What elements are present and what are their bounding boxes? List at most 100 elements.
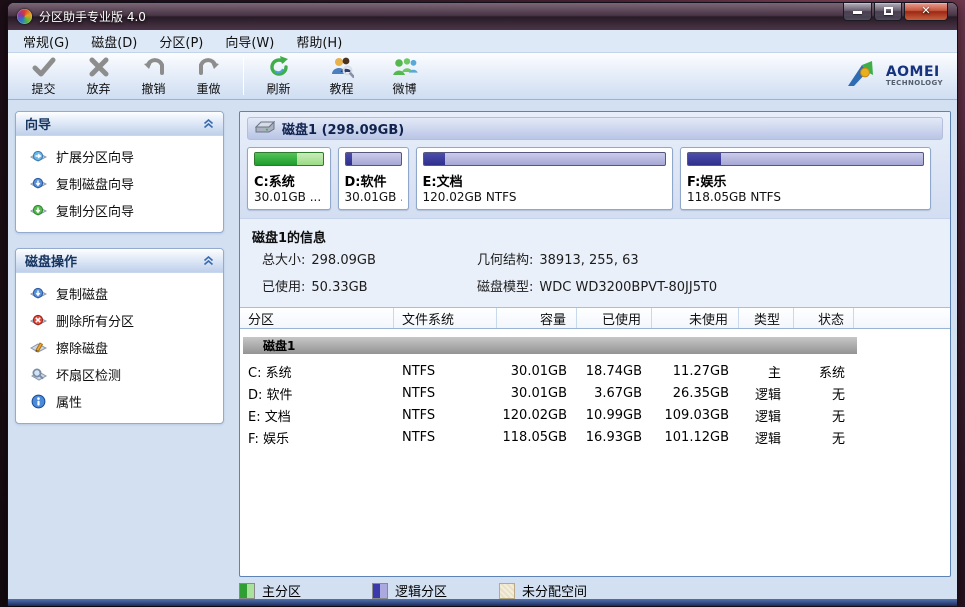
menubar: 常规(G) 磁盘(D) 分区(P) 向导(W) 帮助(H) [8,30,957,53]
aomei-logo-icon [846,59,880,93]
table-row-c[interactable]: C: 系统 NTFS 30.01GB 18.74GB 11.27GB 主 系统 [240,360,950,382]
close-button[interactable]: ✕ [904,3,948,21]
weibo-button[interactable]: 微博 [377,54,432,98]
redo-button[interactable]: 重做 [181,54,236,98]
col-status[interactable]: 状态 [794,308,854,328]
discard-button[interactable]: 放弃 [71,54,126,98]
extend-partition-wizard-icon [30,149,47,164]
minimize-icon [853,11,862,14]
aomei-brand: AOMEI TECHNOLOGY [846,59,943,93]
partition-row: C:系统 30.01GB ... D:软件 30.01GB ... E:文档 1… [247,147,943,210]
legend-primary: 主分区 [239,581,372,600]
disk-group-row[interactable]: 磁盘1 [243,337,857,354]
disk-operations-section-header[interactable]: 磁盘操作 [16,249,223,273]
usage-bar [254,152,324,166]
disk-total-size: 总大小:298.09GB [262,249,376,268]
maximize-button[interactable] [874,3,902,21]
copy-partition-wizard-icon [30,203,47,218]
col-capacity[interactable]: 容量 [497,308,577,328]
undo-arrow-icon [142,55,166,79]
table-row-f[interactable]: F: 娱乐 NTFS 118.05GB 16.93GB 101.12GB 逻辑 … [240,426,950,448]
partition-block-d[interactable]: D:软件 30.01GB ... [338,147,409,210]
sidebar-item-delete-all-partitions[interactable]: 删除所有分区 [22,307,219,334]
disk-used: 已使用:50.33GB [262,276,376,295]
toolbar-separator [243,57,244,95]
menu-partition[interactable]: 分区(P) [148,30,214,53]
partition-table: 分区 文件系统 容量 已使用 未使用 类型 状态 磁盘1 C: 系统 NTFS … [240,308,950,448]
main-panel: 磁盘1 (298.09GB) C:系统 30.01GB ... D:软件 30.… [239,111,951,577]
window-bottom-edge [8,599,957,606]
disk-operations-panel: 磁盘操作 复制磁盘 [15,248,224,424]
commit-button[interactable]: 提交 [16,54,71,98]
usage-bar [687,152,924,166]
table-row-d[interactable]: D: 软件 NTFS 30.01GB 3.67GB 26.35GB 逻辑 无 [240,382,950,404]
sidebar-item-copy-partition-wizard[interactable]: 复制分区向导 [22,197,219,224]
commit-check-icon [32,55,56,79]
toolbar: 提交 放弃 撤销 重做 [8,53,957,100]
disk-header-label: 磁盘1 (298.09GB) [282,119,404,138]
legend-logical: 逻辑分区 [372,581,499,600]
menu-disk[interactable]: 磁盘(D) [80,30,148,53]
maximize-icon [884,7,893,15]
chevron-up-icon [203,114,214,133]
brand-sub: TECHNOLOGY [886,79,943,87]
wizard-panel: 向导 扩展分区向导 [15,111,224,233]
usage-bar [345,152,402,166]
brand-name: AOMEI [886,66,943,79]
app-window: 分区助手专业版 4.0 ✕ 常规(G) 磁盘(D) 分区(P) 向导(W) 帮助… [7,2,958,605]
minimize-button[interactable] [843,3,872,21]
content-area: 向导 扩展分区向导 [8,100,957,606]
weibo-people-icon [392,55,418,79]
sidebar-item-bad-sector-test[interactable]: 坏扇区检测 [22,361,219,388]
menu-general[interactable]: 常规(G) [12,30,80,53]
chevron-up-icon [203,251,214,270]
tutorial-people-icon [330,55,354,79]
window-title: 分区助手专业版 4.0 [39,8,146,25]
disk-info-section: 磁盘1的信息 总大小:298.09GB 已使用:50.33GB 几何结构:389… [240,218,950,308]
logical-partition-swatch-icon [372,583,388,599]
disk-model: 磁盘模型:WDC WD3200BPVT-80JJ5T0 [477,276,717,295]
table-header: 分区 文件系统 容量 已使用 未使用 类型 状态 [240,308,950,329]
table-row-e[interactable]: E: 文档 NTFS 120.02GB 10.99GB 109.03GB 逻辑 … [240,404,950,426]
disk-graphical-view: 磁盘1 (298.09GB) C:系统 30.01GB ... D:软件 30.… [240,112,950,218]
copy-disk-icon [30,286,47,301]
disk-info-title: 磁盘1的信息 [252,227,938,246]
col-used[interactable]: 已使用 [577,308,652,328]
close-icon: ✕ [921,4,930,17]
partition-block-c[interactable]: C:系统 30.01GB ... [247,147,331,210]
wizard-section-header[interactable]: 向导 [16,112,223,136]
tutorial-button[interactable]: 教程 [314,54,369,98]
partition-block-f[interactable]: F:娱乐 118.05GB NTFS [680,147,931,210]
refresh-icon [267,55,291,79]
properties-icon [30,394,47,409]
undo-button[interactable]: 撤销 [126,54,181,98]
sidebar-item-extend-partition-wizard[interactable]: 扩展分区向导 [22,143,219,170]
unallocated-space-swatch-icon [499,583,515,599]
discard-x-icon [88,55,110,79]
menu-wizard[interactable]: 向导(W) [214,30,285,53]
copy-disk-wizard-icon [30,176,47,191]
sidebar-item-copy-disk[interactable]: 复制磁盘 [22,280,219,307]
menu-help[interactable]: 帮助(H) [285,30,353,53]
primary-partition-swatch-icon [239,583,255,599]
hard-disk-icon [255,119,275,138]
col-unused[interactable]: 未使用 [652,308,739,328]
col-type[interactable]: 类型 [739,308,794,328]
sidebar-item-properties[interactable]: 属性 [22,388,219,415]
bad-sector-test-icon [30,367,47,382]
wipe-disk-icon [30,340,47,355]
col-partition[interactable]: 分区 [240,308,394,328]
partition-block-e[interactable]: E:文档 120.02GB NTFS [416,147,674,210]
usage-bar [423,152,667,166]
disk-header-band[interactable]: 磁盘1 (298.09GB) [247,117,943,140]
legend-unallocated: 未分配空间 [499,581,587,600]
delete-all-partitions-icon [30,313,47,328]
refresh-button[interactable]: 刷新 [251,54,306,98]
legend: 主分区 逻辑分区 未分配空间 [239,581,587,600]
titlebar[interactable]: 分区助手专业版 4.0 ✕ [8,3,957,30]
sidebar: 向导 扩展分区向导 [15,111,224,439]
disk-geometry: 几何结构:38913, 255, 63 [477,249,717,268]
sidebar-item-wipe-disk[interactable]: 擦除磁盘 [22,334,219,361]
col-filesystem[interactable]: 文件系统 [394,308,497,328]
sidebar-item-copy-disk-wizard[interactable]: 复制磁盘向导 [22,170,219,197]
